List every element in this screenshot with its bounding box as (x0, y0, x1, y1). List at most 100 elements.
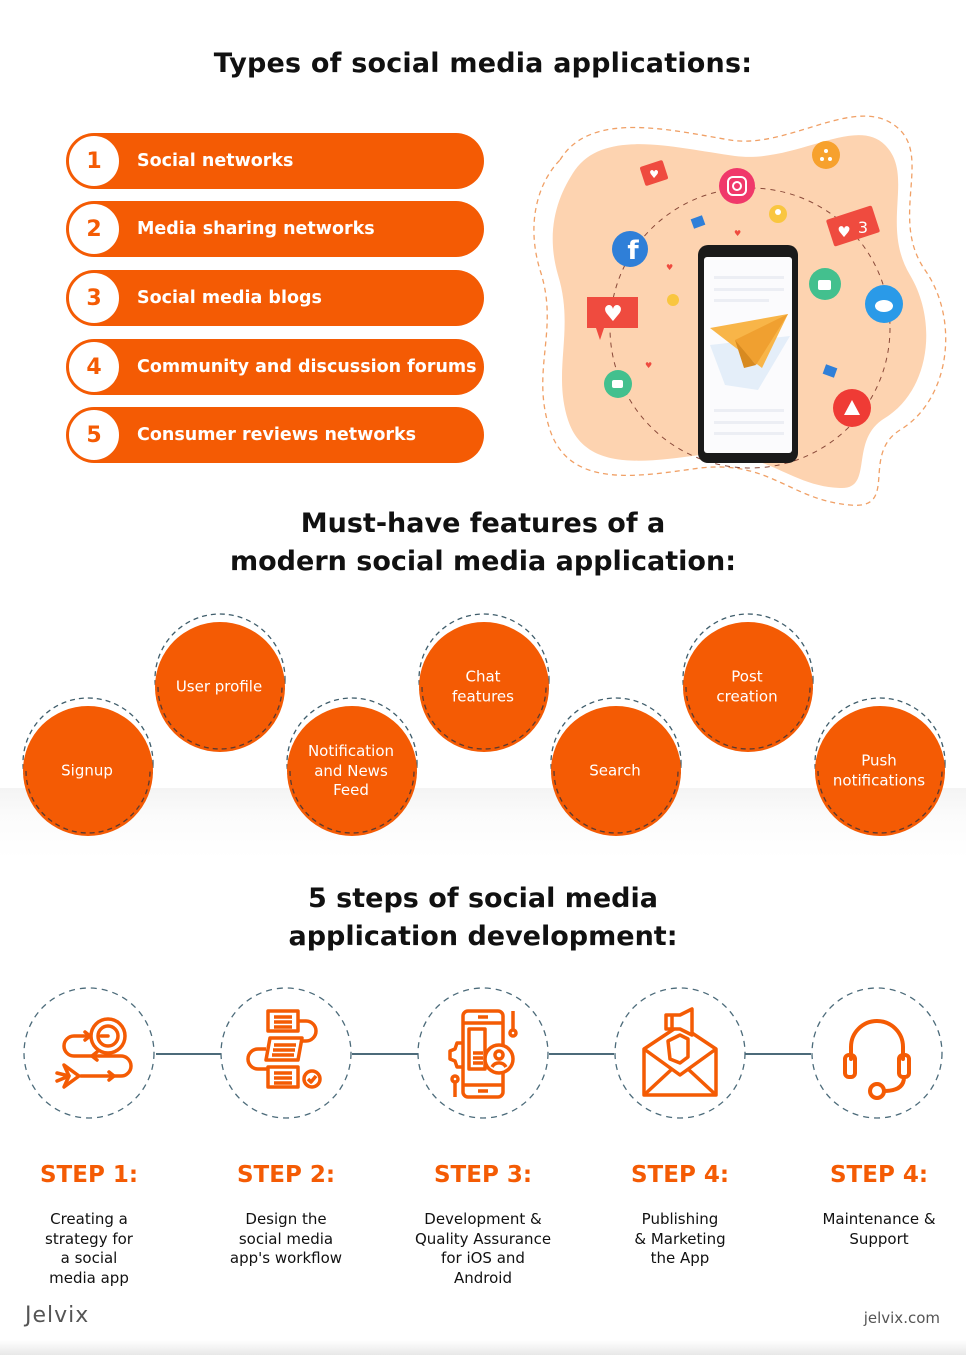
youtube-play-icon (833, 389, 871, 427)
step-connector (549, 1053, 614, 1055)
feature-circle: Post creation (681, 611, 814, 752)
type-number: 3 (67, 271, 121, 325)
step-description: Design the social media app's workflow (196, 1210, 376, 1269)
step-description-line: Development & (424, 1210, 542, 1228)
type-label: Consumer reviews networks (137, 425, 417, 445)
svg-text:♥: ♥ (645, 361, 652, 370)
type-number: 5 (67, 408, 121, 462)
step-heading: STEP 4: (630, 1162, 730, 1188)
feature-label-line: Search (589, 761, 641, 780)
step-4-icon-circle (613, 986, 747, 1120)
type-label: Social networks (137, 151, 294, 171)
type-item: 2 Media sharing networks (66, 201, 484, 257)
svg-text:f: f (627, 236, 639, 266)
step-description-line: Publishing (641, 1210, 719, 1228)
section-title-features: Must-have features of a modern social me… (0, 505, 966, 581)
step-description-line: Design the (245, 1210, 327, 1228)
title-line: modern social media application: (230, 546, 736, 577)
step-heading: STEP 1: (39, 1162, 139, 1188)
marketing-megaphone-icon (642, 1007, 718, 1097)
twitter-icon (865, 285, 903, 323)
feature-label-line: notifications (832, 771, 926, 789)
feature-label-line: creation (716, 687, 778, 705)
type-label: Community and discussion forums (137, 357, 477, 377)
feature-label-line: Post (731, 667, 763, 686)
svg-text:♥: ♥ (734, 229, 741, 238)
thumbs-up-icon (809, 268, 841, 300)
step-connector (745, 1053, 811, 1055)
feature-label-line: Signup (61, 761, 113, 780)
step-description: Development & Quality Assurance for iOS an… (393, 1210, 573, 1288)
feature-circle: Signup (21, 695, 154, 836)
svg-text:♥: ♥ (649, 168, 659, 181)
strategy-target-icon (55, 1017, 133, 1089)
bottom-shade (0, 1340, 966, 1355)
workflow-icon (246, 1009, 322, 1089)
step-3-icon-circle (416, 986, 550, 1120)
feature-label-line: Notification (307, 741, 395, 760)
footer-url[interactable]: jelvix.com (864, 1309, 940, 1327)
step-connector (156, 1053, 221, 1055)
headset-support-icon (843, 1019, 911, 1100)
feature-label-line: Feed (333, 780, 369, 799)
step-description: Publishing & Marketing the App (590, 1210, 770, 1269)
step-1-icon-circle (22, 986, 156, 1120)
feature-label-line: Chat (465, 667, 501, 686)
svg-text:♥: ♥ (666, 263, 673, 272)
step-2-icon-circle (219, 986, 353, 1120)
step-connector (352, 1053, 418, 1055)
step-description-line: a social (60, 1249, 118, 1267)
step-description: Maintenance & Support (789, 1210, 966, 1249)
jelvix-logo: Jelvix (25, 1303, 90, 1328)
step-description-line: strategy for (45, 1229, 133, 1248)
feature-label: User profile (159, 677, 279, 697)
feature-circle: Notification and News Feed (285, 695, 418, 836)
type-number: 4 (67, 340, 121, 394)
instagram-icon (719, 168, 755, 204)
feature-label: Push notifications (819, 752, 939, 791)
step-heading: STEP 2: (236, 1162, 336, 1188)
svg-text:♥: ♥ (603, 302, 623, 327)
type-item: 5 Consumer reviews networks (66, 407, 484, 463)
type-number: 1 (67, 134, 121, 188)
step-description-line: app's workflow (229, 1249, 343, 1267)
thumbs-up-icon (604, 370, 632, 398)
feature-label: Search (555, 761, 675, 781)
facebook-icon: f (612, 231, 648, 267)
step-description-line: & Marketing (634, 1229, 726, 1248)
feature-circle: Search (549, 695, 682, 836)
section-title-types: Types of social media applications: (213, 48, 753, 79)
step-description: Creating a strategy for a social media app (0, 1210, 179, 1288)
feature-label-line: and News (314, 761, 388, 780)
title-line: Must-have features of a (300, 508, 666, 539)
social-media-illustration: ♥ ♥ 3 f ♥ ♥ ♥ ♥ (530, 100, 950, 510)
mobile-development-icon (448, 1009, 518, 1099)
title-line: 5 steps of social media (308, 883, 658, 914)
type-label: Media sharing networks (137, 219, 375, 239)
type-item: 3 Social media blogs (66, 270, 484, 326)
step-description-line: Android (454, 1268, 512, 1287)
step-description-line: social media (238, 1229, 334, 1248)
type-number: 2 (67, 202, 121, 256)
feature-label-line: User profile (175, 677, 263, 696)
feature-label-line: features (452, 687, 514, 705)
step-description-line: Quality Assurance (414, 1229, 552, 1248)
type-label: Social media blogs (137, 288, 322, 308)
svg-text:♥: ♥ (837, 223, 850, 241)
type-item: 1 Social networks (66, 133, 484, 189)
feature-label: Post creation (687, 668, 807, 707)
step-description-line: media app (49, 1268, 129, 1287)
feature-label-line: Push (861, 751, 897, 770)
step-description-line: for iOS and (441, 1249, 525, 1267)
step-description-line: Support (849, 1229, 909, 1248)
feature-circle: User profile (153, 611, 286, 752)
svg-text:3: 3 (858, 218, 868, 237)
feature-circle: Chat features (417, 611, 550, 752)
feature-label: Signup (27, 761, 147, 781)
heart-small-icon (667, 294, 679, 306)
type-item: 4 Community and discussion forums (66, 339, 484, 395)
feature-label: Notification and News Feed (291, 742, 411, 801)
step-heading: STEP 3: (433, 1162, 533, 1188)
feature-circle: Push notifications (813, 695, 946, 836)
title-line: application development: (288, 921, 678, 952)
